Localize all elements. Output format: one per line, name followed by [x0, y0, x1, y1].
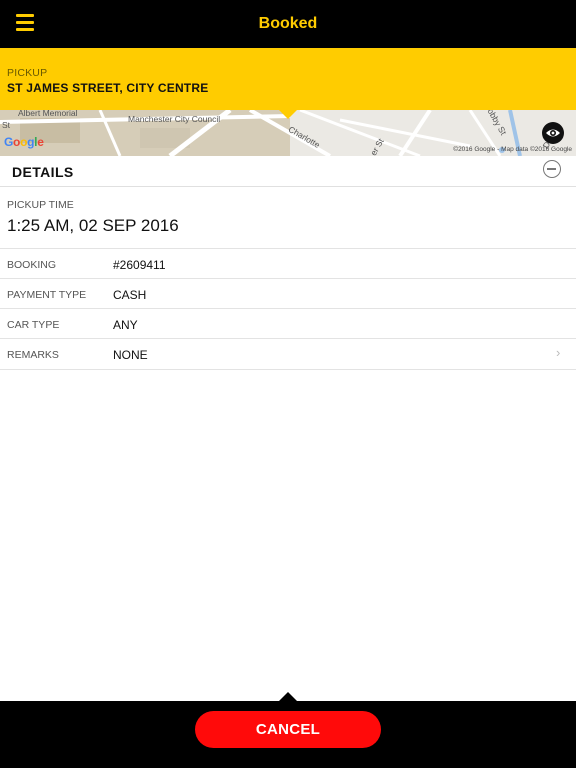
eye-icon-glyph [546, 129, 560, 137]
banner-pointer [279, 110, 297, 119]
detail-row-remarks[interactable]: REMARKS NONE › [0, 338, 576, 370]
chevron-right-icon: › [556, 345, 561, 360]
map-label: St [2, 120, 11, 130]
map-label: Albert Memorial [18, 110, 78, 118]
row-value: #2609411 [113, 258, 166, 272]
bottom-bar-pointer [279, 692, 297, 701]
row-label: BOOKING [7, 259, 57, 271]
cancel-button[interactable]: CANCEL [195, 711, 381, 748]
row-value: ANY [113, 318, 138, 332]
pickup-time-label: PICKUP TIME [7, 199, 74, 211]
detail-row-booking: BOOKING #2609411 [0, 248, 576, 279]
row-label: CAR TYPE [7, 319, 60, 331]
detail-row-payment-type: PAYMENT TYPE CASH [0, 278, 576, 309]
row-value: NONE [113, 348, 148, 362]
details-header [0, 156, 576, 187]
map-attribution: ©2016 Google - Map data ©2016 Google [453, 146, 572, 153]
eye-icon[interactable] [542, 122, 564, 144]
pickup-banner [0, 48, 576, 110]
page-title: Booked [258, 15, 318, 32]
pickup-address: ST JAMES STREET, CITY CENTRE [7, 81, 209, 95]
details-title: DETAILS [12, 164, 74, 180]
row-label: REMARKS [7, 349, 59, 361]
google-logo: Google [4, 135, 44, 149]
row-label: PAYMENT TYPE [7, 289, 87, 301]
pickup-label: PICKUP [7, 67, 48, 79]
collapse-minus-icon[interactable] [543, 160, 561, 178]
row-value: CASH [113, 288, 147, 302]
map-label: Manchester City Council [128, 114, 221, 124]
detail-row-car-type: CAR TYPE ANY [0, 308, 576, 339]
pickup-time-value: 1:25 AM, 02 SEP 2016 [7, 216, 179, 235]
